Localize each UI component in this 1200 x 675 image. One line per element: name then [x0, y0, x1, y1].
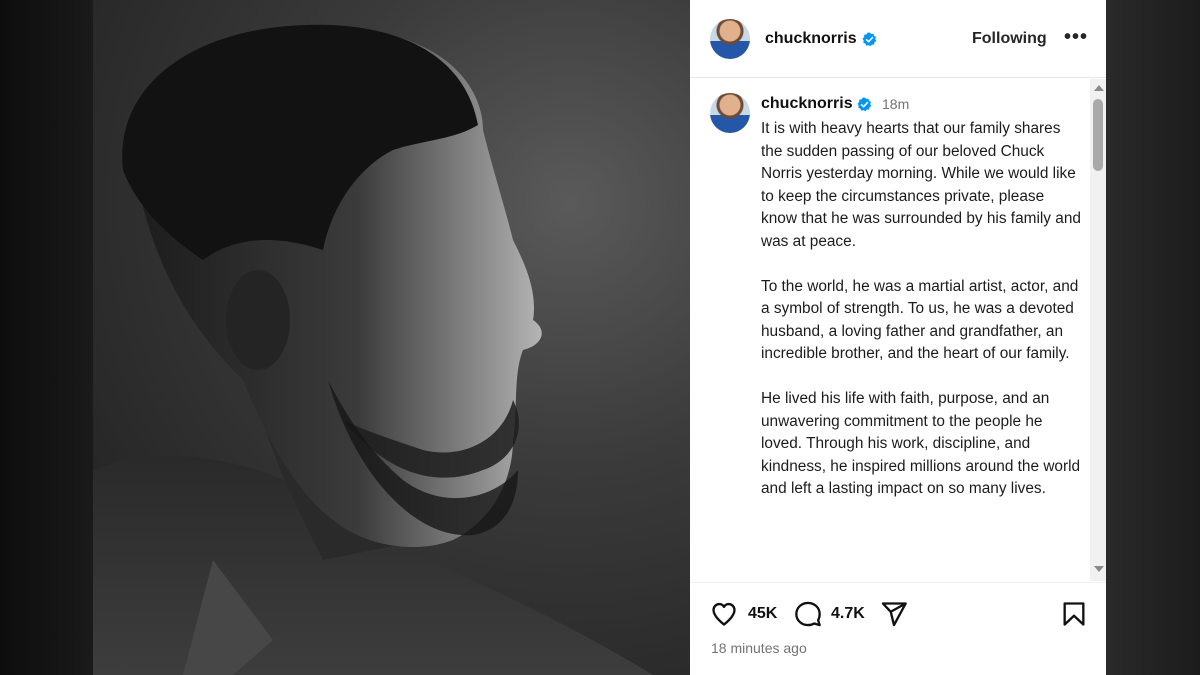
scrollbar-thumb[interactable]	[1093, 99, 1103, 171]
left-backdrop	[0, 0, 93, 675]
verified-badge-icon	[857, 97, 872, 112]
heart-icon[interactable]	[710, 600, 738, 628]
post-timestamp[interactable]: 18 minutes ago	[711, 640, 807, 656]
author-avatar[interactable]	[710, 19, 750, 59]
action-bar: 45K 4.7K 18 minutes ago	[690, 582, 1106, 675]
post-panel: chucknorris Following ••• chucknorris 18…	[690, 0, 1106, 675]
caption-paragraph: It is with heavy hearts that our family …	[761, 120, 1081, 250]
post-header: chucknorris Following •••	[690, 0, 1106, 78]
comment-bubble-icon[interactable]	[794, 600, 822, 628]
verified-badge-icon	[862, 32, 877, 47]
more-options-icon[interactable]: •••	[1064, 26, 1088, 49]
scrollbar[interactable]	[1090, 79, 1106, 581]
portrait-image	[93, 24, 653, 675]
following-button[interactable]: Following	[972, 30, 1047, 48]
right-backdrop	[1106, 0, 1200, 675]
caption-username[interactable]: chucknorris	[761, 95, 853, 113]
author-username[interactable]: chucknorris	[765, 30, 857, 48]
comments-section: chucknorris 18m It is with heavy hearts …	[690, 79, 1106, 581]
caption-avatar[interactable]	[710, 93, 750, 133]
comment-count[interactable]: 4.7K	[831, 605, 865, 623]
post-photo[interactable]	[93, 0, 690, 675]
caption-paragraph: To the world, he was a martial artist, a…	[761, 277, 1079, 363]
caption-timestamp[interactable]: 18m	[882, 96, 909, 112]
scroll-down-arrow-icon[interactable]	[1094, 566, 1104, 572]
scroll-up-arrow-icon[interactable]	[1094, 85, 1104, 91]
paper-plane-icon[interactable]	[880, 600, 908, 628]
caption-paragraph: He lived his life with faith, purpose, a…	[761, 390, 1081, 497]
like-count[interactable]: 45K	[748, 605, 777, 623]
caption-text: It is with heavy hearts that our family …	[761, 118, 1081, 523]
bookmark-icon[interactable]	[1060, 600, 1088, 628]
